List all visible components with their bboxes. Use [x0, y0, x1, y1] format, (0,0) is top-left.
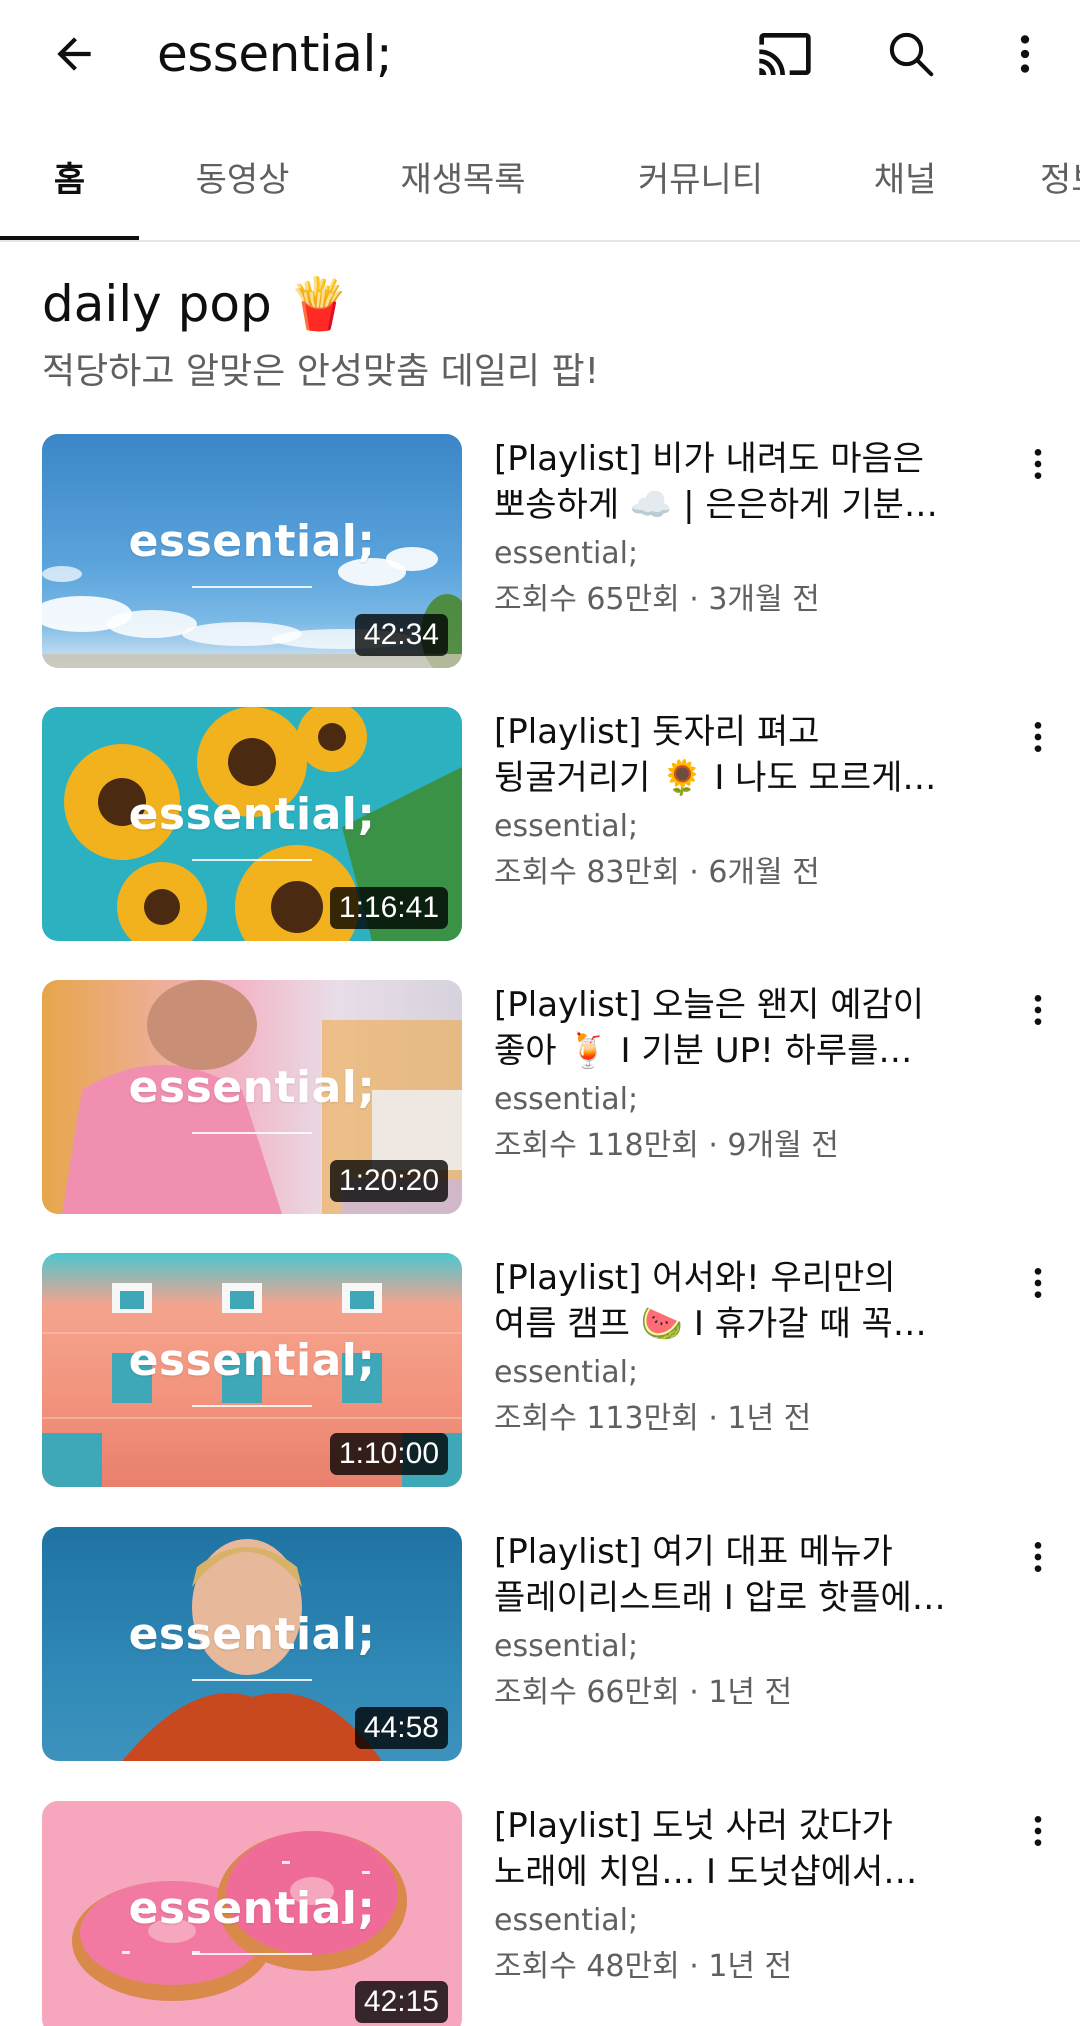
- video-item[interactable]: essential; 42:15 [Playlist] 도넛 사러 갔다가 노래…: [0, 1801, 1080, 2026]
- section-title[interactable]: daily pop 🍟: [42, 275, 350, 334]
- thumbnail-divider: [192, 586, 312, 588]
- video-title[interactable]: [Playlist] 돗자리 펴고 뒹굴거리기 🌻 I 나도 모르게…: [494, 709, 994, 801]
- more-vert-icon: [1034, 1268, 1042, 1298]
- video-channel: essential;: [494, 1903, 639, 1938]
- duration-badge: 42:15: [354, 1981, 448, 2023]
- arrow-left-icon: [57, 37, 91, 71]
- video-title[interactable]: [Playlist] 어서와! 우리만의 여름 캠프 🍉 I 휴가갈 때 꼭…: [494, 1255, 994, 1347]
- thumbnail-brand-text: essential;: [128, 516, 376, 567]
- tab-community[interactable]: 커뮤니티: [618, 110, 783, 240]
- video-thumbnail[interactable]: essential; 44:58: [42, 1527, 462, 1761]
- video-thumbnail[interactable]: essential; 42:15: [42, 1801, 462, 2026]
- video-thumbnail[interactable]: essential; 1:20:20: [42, 980, 462, 1214]
- back-button[interactable]: [42, 22, 106, 86]
- tab-playlists[interactable]: 재생목록: [378, 110, 548, 240]
- video-item[interactable]: essential; 1:20:20 [Playlist] 오늘은 왠지 예감이…: [0, 980, 1080, 1214]
- video-meta: 조회수 113만회 · 1년 전: [494, 1401, 812, 1436]
- channel-tabs: 홈 동영상 재생목록 커뮤니티 채널 정보: [0, 110, 1080, 242]
- video-channel: essential;: [494, 1629, 639, 1664]
- video-meta: 조회수 48만회 · 1년 전: [494, 1949, 793, 1984]
- thumbnail-divider: [192, 859, 312, 861]
- more-options-button[interactable]: [990, 22, 1060, 86]
- tab-channels[interactable]: 채널: [860, 110, 950, 240]
- video-more-button[interactable]: [1010, 707, 1066, 767]
- duration-badge: 1:16:41: [329, 887, 448, 929]
- video-thumbnail[interactable]: essential; 1:16:41: [42, 707, 462, 941]
- video-more-button[interactable]: [1010, 980, 1066, 1040]
- video-meta: 조회수 66만회 · 1년 전: [494, 1675, 793, 1710]
- video-more-button[interactable]: [1010, 1801, 1066, 1861]
- cast-icon: [759, 33, 811, 75]
- duration-badge: 1:10:00: [329, 1433, 448, 1475]
- video-item[interactable]: essential; 42:34 [Playlist] 비가 내려도 마음은 뽀…: [0, 434, 1080, 668]
- video-thumbnail[interactable]: essential; 42:34: [42, 434, 462, 668]
- video-more-button[interactable]: [1010, 434, 1066, 494]
- video-title[interactable]: [Playlist] 오늘은 왠지 예감이 좋아 🍹 I 기분 UP! 하루를…: [494, 982, 994, 1074]
- thumbnail-brand-text: essential;: [128, 1335, 376, 1386]
- thumbnail-divider: [192, 1405, 312, 1407]
- search-button[interactable]: [876, 22, 946, 86]
- video-more-button[interactable]: [1010, 1253, 1066, 1313]
- channel-title: essential;: [157, 25, 393, 83]
- duration-badge: 44:58: [354, 1707, 448, 1749]
- video-meta: 조회수 65만회 · 3개월 전: [494, 582, 820, 617]
- tab-videos[interactable]: 동영상: [170, 110, 315, 240]
- video-channel: essential;: [494, 1082, 639, 1117]
- duration-badge: 1:20:20: [329, 1160, 448, 1202]
- more-vert-icon: [1034, 1542, 1042, 1572]
- video-channel: essential;: [494, 536, 639, 571]
- more-vert-icon: [1034, 722, 1042, 752]
- video-meta: 조회수 118만회 · 9개월 전: [494, 1128, 839, 1163]
- video-channel: essential;: [494, 809, 639, 844]
- cast-button[interactable]: [750, 22, 820, 86]
- video-title[interactable]: [Playlist] 여기 대표 메뉴가 플레이리스트래 I 압로 핫플에…: [494, 1529, 994, 1621]
- more-vert-icon: [1034, 1816, 1042, 1846]
- thumbnail-divider: [192, 1953, 312, 1955]
- video-title[interactable]: [Playlist] 비가 내려도 마음은 뽀송하게 ☁️ | 은은하게 기분…: [494, 436, 994, 528]
- video-item[interactable]: essential; 44:58 [Playlist] 여기 대표 메뉴가 플레…: [0, 1527, 1080, 1761]
- more-vert-icon: [1034, 449, 1042, 479]
- thumbnail-brand-text: essential;: [128, 789, 376, 840]
- tab-about[interactable]: 정보: [1040, 110, 1080, 240]
- video-more-button[interactable]: [1010, 1527, 1066, 1587]
- tab-home[interactable]: 홈: [0, 110, 139, 240]
- video-channel: essential;: [494, 1355, 639, 1390]
- thumbnail-divider: [192, 1132, 312, 1134]
- video-thumbnail[interactable]: essential; 1:10:00: [42, 1253, 462, 1487]
- video-item[interactable]: essential; 1:10:00 [Playlist] 어서와! 우리만의 …: [0, 1253, 1080, 1487]
- section-subtitle: 적당하고 알맞은 안성맞춤 데일리 팝!: [42, 351, 600, 392]
- more-vert-icon: [1020, 35, 1030, 73]
- thumbnail-brand-text: essential;: [128, 1062, 376, 1113]
- video-item[interactable]: essential; 1:16:41 [Playlist] 돗자리 펴고 뒹굴거…: [0, 707, 1080, 941]
- thumbnail-brand-text: essential;: [128, 1883, 376, 1934]
- top-app-bar: essential;: [0, 0, 1080, 110]
- search-icon: [889, 32, 934, 77]
- thumbnail-brand-text: essential;: [128, 1609, 376, 1660]
- active-tab-indicator: [0, 236, 139, 240]
- thumbnail-divider: [192, 1679, 312, 1681]
- duration-badge: 42:34: [354, 614, 448, 656]
- video-meta: 조회수 83만회 · 6개월 전: [494, 855, 820, 890]
- video-title[interactable]: [Playlist] 도넛 사러 갔다가 노래에 치임… I 도넛샵에서…: [494, 1803, 994, 1895]
- more-vert-icon: [1034, 995, 1042, 1025]
